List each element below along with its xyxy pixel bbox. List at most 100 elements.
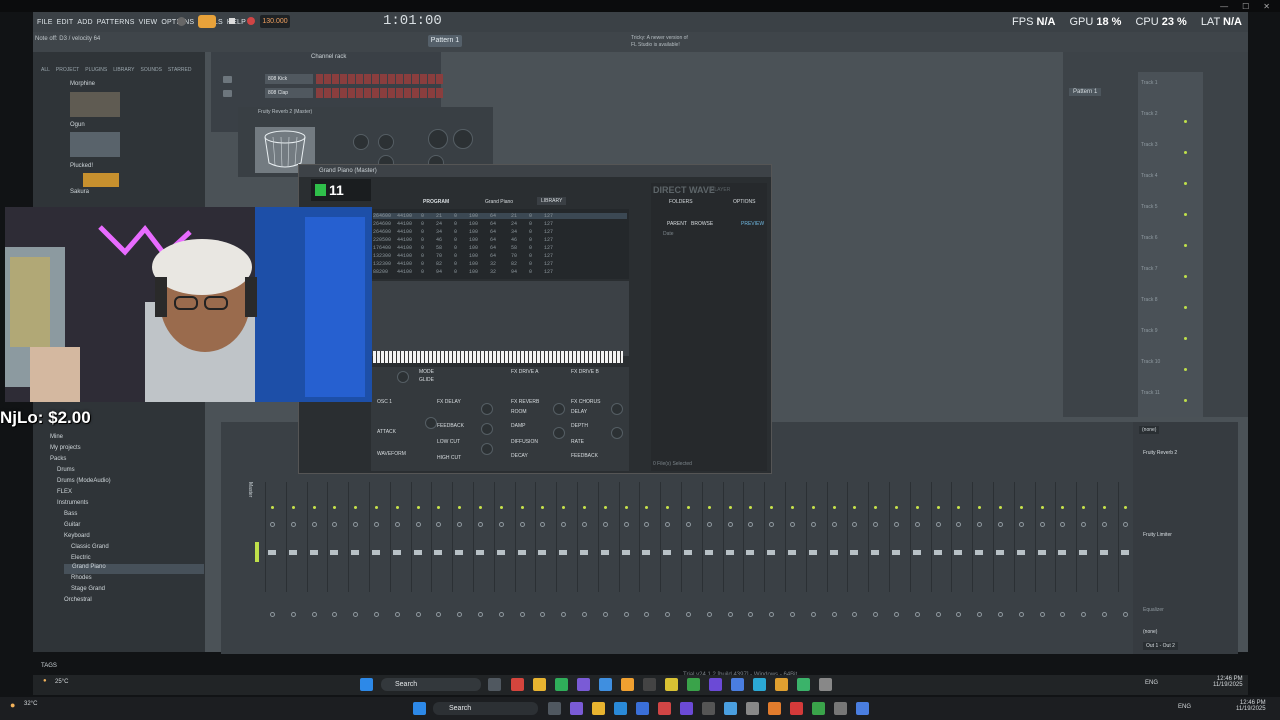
mixer-route-knob[interactable] xyxy=(623,612,629,617)
mixer-pan-knob[interactable] xyxy=(353,522,359,527)
fx-knob[interactable] xyxy=(481,403,493,415)
maximize-icon[interactable]: ☐ xyxy=(1242,2,1249,11)
mixer-fader[interactable] xyxy=(372,550,380,555)
menu-edit[interactable]: EDIT xyxy=(55,19,76,26)
mixer-pan-knob[interactable] xyxy=(727,522,733,527)
tree-classic-grand[interactable]: Classic Grand xyxy=(71,544,109,550)
track-led[interactable] xyxy=(1184,120,1187,123)
mixer-route-knob[interactable] xyxy=(519,612,525,617)
edge-icon[interactable] xyxy=(614,702,627,715)
mixer-fader[interactable] xyxy=(933,550,942,555)
tree-instruments[interactable]: Instruments xyxy=(57,500,88,506)
mixer-strip-led[interactable] xyxy=(520,506,524,509)
mixer-route-knob[interactable] xyxy=(810,612,816,617)
mixer-pan-knob[interactable] xyxy=(311,522,317,527)
folder-icon[interactable] xyxy=(592,702,605,715)
mixer-route-knob[interactable] xyxy=(1060,612,1066,617)
search-box[interactable]: Search xyxy=(433,702,538,715)
start-icon[interactable] xyxy=(413,702,426,715)
mixer-strip-led[interactable] xyxy=(978,506,982,509)
app-icon[interactable] xyxy=(768,702,781,715)
reverb-knob[interactable] xyxy=(453,129,473,149)
mixer-fader[interactable] xyxy=(1120,550,1129,555)
mixer-strip-led[interactable] xyxy=(791,506,794,509)
mixer-strip-led[interactable] xyxy=(1082,506,1086,509)
mixer-pan-knob[interactable] xyxy=(1060,522,1066,527)
track-led[interactable] xyxy=(1184,213,1187,216)
mixer-fader[interactable] xyxy=(850,550,859,555)
mixer-fader[interactable] xyxy=(559,550,568,555)
track-label[interactable]: Track 6 xyxy=(1141,235,1157,241)
mixer-pan-knob[interactable] xyxy=(1039,522,1045,527)
mixer-pan-knob[interactable] xyxy=(457,522,463,527)
track-led[interactable] xyxy=(1184,275,1187,278)
mixer-fader[interactable] xyxy=(580,550,588,555)
mixer-route-knob[interactable] xyxy=(914,612,920,617)
mixer-route-knob[interactable] xyxy=(394,612,400,617)
mixer-strip-led[interactable] xyxy=(458,506,462,509)
sample-row[interactable]: 264600 44100 0 34 0 100 64 34 0 127 xyxy=(373,229,553,235)
tab-program[interactable]: PROGRAM xyxy=(423,199,449,205)
mixer-pan-knob[interactable] xyxy=(935,522,941,527)
mixer-route-knob[interactable] xyxy=(602,612,608,617)
channel-mute[interactable] xyxy=(223,76,232,83)
app-icon[interactable] xyxy=(834,702,847,715)
mixer-pan-knob[interactable] xyxy=(810,522,816,527)
tab-library[interactable]: LIBRARY xyxy=(537,197,567,205)
mixer-pan-knob[interactable] xyxy=(644,522,650,527)
mixer-strip-led[interactable] xyxy=(999,506,1002,509)
mixer-route-knob[interactable] xyxy=(290,612,296,617)
minimize-icon[interactable]: — xyxy=(1220,2,1228,11)
mixer-fader[interactable] xyxy=(871,550,880,555)
mixer-strip-led[interactable] xyxy=(707,506,711,509)
mixer-pan-knob[interactable] xyxy=(831,522,837,527)
mixer-pan-knob[interactable] xyxy=(852,522,858,527)
mixer-pan-knob[interactable] xyxy=(894,522,899,527)
mixer-fader[interactable] xyxy=(538,550,547,555)
mixer-pan-knob[interactable] xyxy=(956,522,962,527)
mixer-fader[interactable] xyxy=(288,550,297,555)
mixer-fader[interactable] xyxy=(788,550,796,555)
mixer-pan-knob[interactable] xyxy=(582,522,587,527)
inner-app-icon[interactable] xyxy=(687,678,700,691)
step-sequencer-row[interactable] xyxy=(316,74,443,84)
mixer-pan-knob[interactable] xyxy=(374,522,379,527)
fx-knob[interactable] xyxy=(553,403,565,415)
track-label[interactable]: Track 10 xyxy=(1141,359,1160,365)
panel-browse[interactable]: BROWSE xyxy=(691,221,713,227)
mixer-route-knob[interactable] xyxy=(873,612,879,617)
mixer-strip-led[interactable] xyxy=(562,506,566,509)
mixer-strip-led[interactable] xyxy=(416,506,420,509)
mixer-pan-knob[interactable] xyxy=(415,522,421,527)
mixer-route-knob[interactable] xyxy=(998,612,1003,617)
mixer-strip-led[interactable] xyxy=(832,506,836,509)
mixer-strip-led[interactable] xyxy=(895,506,898,509)
mixer-route-knob[interactable] xyxy=(1102,612,1107,617)
app-icon[interactable] xyxy=(856,702,869,715)
mixer-route-knob[interactable] xyxy=(644,612,650,617)
inner-lang[interactable]: ENG xyxy=(1145,680,1158,686)
menu-view[interactable]: VIEW xyxy=(137,19,160,26)
sample-row[interactable]: 264600 44100 0 21 0 100 64 21 0 127 xyxy=(373,213,627,219)
mixer-fader[interactable] xyxy=(746,550,755,555)
track-label[interactable]: Track 1 xyxy=(1141,80,1157,86)
mixer-route-knob[interactable] xyxy=(1039,612,1045,617)
mixer-fader[interactable] xyxy=(663,550,672,555)
inner-taskview-icon[interactable] xyxy=(488,678,501,691)
mixer-route-knob[interactable] xyxy=(498,612,504,617)
browser-tab-project[interactable]: PROJECT xyxy=(56,67,79,77)
fx-knob[interactable] xyxy=(553,427,565,439)
mixer-strip-led[interactable] xyxy=(749,506,753,509)
tree-keyboard[interactable]: Keyboard xyxy=(64,533,90,539)
mixer-route-knob[interactable] xyxy=(769,612,775,617)
channel-808-kick[interactable]: 808 Kick xyxy=(265,74,313,84)
browser-tab-plugins[interactable]: PLUGINS xyxy=(85,67,107,77)
app-icon[interactable] xyxy=(570,702,583,715)
news-panel[interactable]: Tricky: A newer version of FL Studio is … xyxy=(631,35,688,49)
mixer-fader[interactable] xyxy=(704,550,713,555)
mixer-strip-led[interactable] xyxy=(291,506,295,509)
mixer-pan-knob[interactable] xyxy=(665,522,671,527)
mixer-strip-led[interactable] xyxy=(395,506,399,509)
zone-map[interactable] xyxy=(371,281,629,356)
mixer-strip-led[interactable] xyxy=(479,506,482,509)
